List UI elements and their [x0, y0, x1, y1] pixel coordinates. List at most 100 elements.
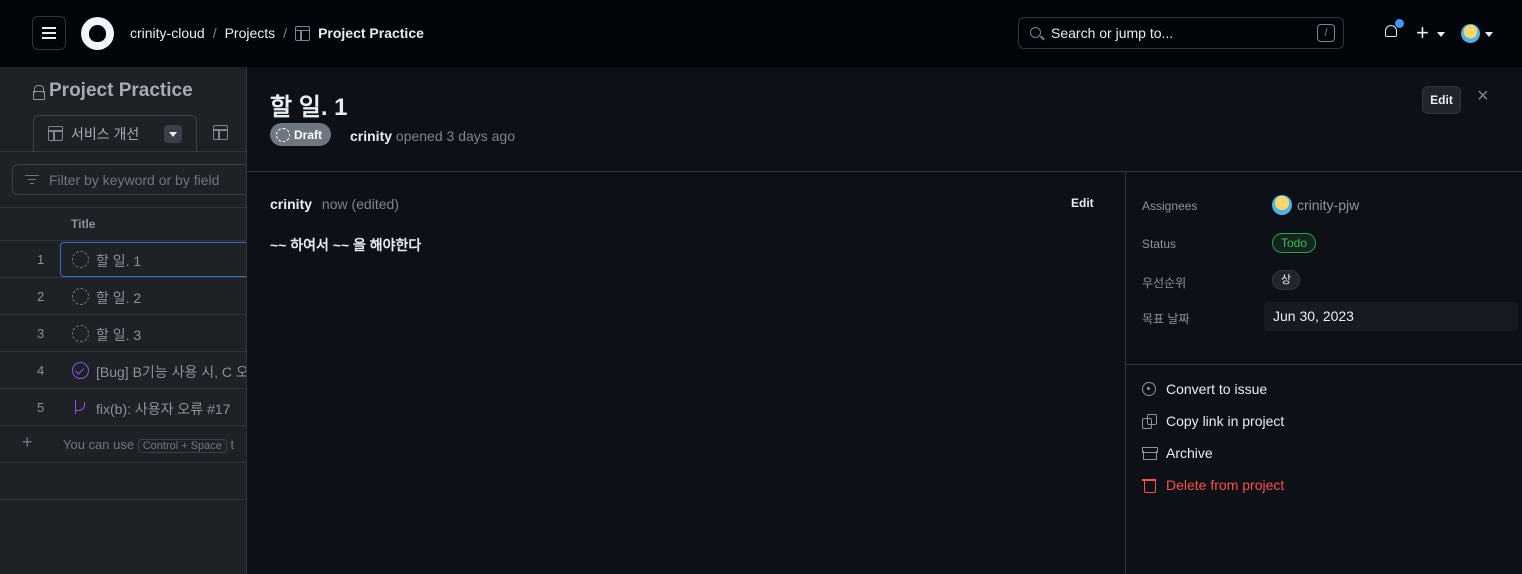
author-link[interactable]: crinity	[350, 128, 392, 144]
row-number: 3	[37, 326, 45, 341]
status-badge-label: Draft	[294, 127, 323, 142]
priority-token: 상	[1272, 270, 1301, 290]
divider	[1126, 364, 1522, 365]
project-title: Project Practice	[33, 80, 193, 102]
delete-from-project-button[interactable]: Delete from project	[1142, 477, 1284, 493]
tab-options-button[interactable]	[164, 125, 182, 143]
search-icon	[1030, 27, 1041, 38]
add-item-hint: You can use Control + Space t	[63, 437, 235, 453]
avatar	[1272, 195, 1292, 215]
add-item-row[interactable]: + You can use Control + Space t	[0, 426, 246, 462]
comment-header: crinity now (edited)	[270, 196, 399, 212]
table-icon	[48, 126, 63, 141]
closed-issue-icon	[72, 362, 89, 379]
filter-input[interactable]: Filter by keyword or by field	[12, 164, 262, 195]
comment-time: now (edited)	[321, 196, 399, 212]
row-title[interactable]: [Bug] B기능 사용 시, C 오	[96, 362, 249, 382]
pull-request-icon	[72, 399, 89, 416]
lock-icon	[33, 85, 45, 100]
chevron-down-icon[interactable]	[1437, 32, 1445, 37]
row-number: 5	[37, 400, 45, 415]
priority-label: 우선순위	[1142, 276, 1187, 290]
row-title[interactable]: fix(b): 사용자 오류 #17	[96, 399, 230, 419]
copy-icon	[1142, 414, 1157, 429]
table-row[interactable]: 5 fix(b): 사용자 오류 #17	[0, 389, 246, 426]
search-shortcut-key: /	[1317, 24, 1335, 42]
user-avatar[interactable]	[1461, 24, 1480, 43]
table-row[interactable]: 4 [Bug] B기능 사용 시, C 오	[0, 352, 249, 389]
row-title[interactable]: 할 일. 2	[96, 288, 141, 308]
bell-icon	[1385, 25, 1397, 37]
breadcrumb-project[interactable]: Project Practice	[318, 25, 424, 41]
assignee-name: crinity-pjw	[1297, 197, 1360, 213]
status-label: Status	[1142, 237, 1177, 251]
draft-icon	[72, 251, 89, 268]
unread-indicator	[1395, 19, 1404, 28]
item-meta: crinity opened 3 days ago	[350, 128, 515, 144]
filter-placeholder: Filter by keyword or by field	[49, 171, 220, 188]
create-new-button[interactable]: +	[1416, 21, 1429, 45]
hint-suffix: t	[230, 437, 235, 452]
table-icon	[295, 25, 311, 41]
comment-body: ~~ 하여서 ~~ 을 해야한다	[270, 237, 422, 253]
notifications-button[interactable]	[1383, 19, 1404, 41]
status-field[interactable]: Todo	[1272, 233, 1317, 253]
assignees-field[interactable]: crinity-pjw	[1272, 195, 1359, 215]
row-title[interactable]: 할 일. 1	[96, 251, 141, 271]
action-label: Delete from project	[1166, 477, 1285, 493]
divider	[0, 151, 246, 152]
hint-prefix: You can use	[63, 437, 135, 452]
project-title-text: Project Practice	[49, 80, 193, 101]
item-title: 할 일. 1	[270, 94, 348, 121]
draft-icon	[72, 288, 89, 305]
status-badge: Draft	[270, 123, 332, 146]
filter-icon	[25, 175, 39, 185]
close-icon[interactable]: ×	[1477, 85, 1489, 108]
table-row[interactable]: 3 할 일. 3	[0, 315, 246, 352]
chevron-down-icon[interactable]	[1485, 32, 1493, 37]
opened-text: opened 3 days ago	[395, 128, 516, 144]
github-logo-icon[interactable]	[81, 17, 114, 50]
row-number: 2	[37, 289, 45, 304]
divider	[1125, 172, 1126, 574]
row-number: 4	[37, 363, 45, 378]
table-icon[interactable]	[213, 125, 228, 140]
tab-view[interactable]: 서비스 개선	[33, 115, 197, 151]
divider	[247, 171, 1522, 172]
status-token: Todo	[1272, 233, 1317, 253]
column-header-title[interactable]: Title	[71, 217, 95, 231]
draft-icon	[72, 325, 89, 342]
draft-icon	[276, 127, 290, 142]
table-row[interactable]: 2 할 일. 2	[0, 278, 246, 315]
convert-to-issue-button[interactable]: Convert to issue	[1142, 381, 1267, 397]
breadcrumb-org[interactable]: crinity-cloud	[130, 25, 205, 41]
comment-author[interactable]: crinity	[270, 196, 312, 212]
breadcrumb-separator: /	[283, 25, 288, 41]
divider	[0, 207, 246, 208]
archive-icon	[1142, 446, 1158, 460]
tab-label: 서비스 개선	[71, 125, 140, 142]
edit-body-button[interactable]: Edit	[1071, 196, 1094, 210]
row-number: 1	[37, 252, 45, 267]
search-placeholder: Search or jump to...	[1051, 25, 1174, 41]
trash-icon	[1142, 478, 1156, 493]
priority-field[interactable]: 상	[1272, 270, 1301, 290]
top-header: crinity-cloud / Projects / Project Pract…	[0, 0, 1522, 67]
breadcrumb-projects[interactable]: Projects	[225, 25, 276, 41]
search-input[interactable]: Search or jump to... /	[1018, 17, 1344, 49]
divider	[0, 499, 246, 500]
divider	[0, 462, 246, 463]
chevron-down-icon	[169, 131, 177, 137]
edit-title-button[interactable]: Edit	[1422, 86, 1461, 114]
date-field[interactable]: Jun 30, 2023	[1264, 302, 1518, 331]
keyboard-shortcut: Control + Space	[137, 439, 227, 453]
action-label: Archive	[1166, 445, 1213, 461]
hamburger-menu-button[interactable]	[32, 16, 66, 50]
row-title[interactable]: 할 일. 3	[96, 325, 141, 345]
archive-button[interactable]: Archive	[1142, 445, 1213, 461]
table-row[interactable]: 1 할 일. 1	[0, 241, 246, 278]
project-background: Project Practice 서비스 개선 Filter by keywor…	[0, 67, 262, 574]
assignees-label: Assignees	[1142, 199, 1198, 213]
copy-link-button[interactable]: Copy link in project	[1142, 413, 1284, 429]
plus-icon: +	[22, 432, 33, 452]
